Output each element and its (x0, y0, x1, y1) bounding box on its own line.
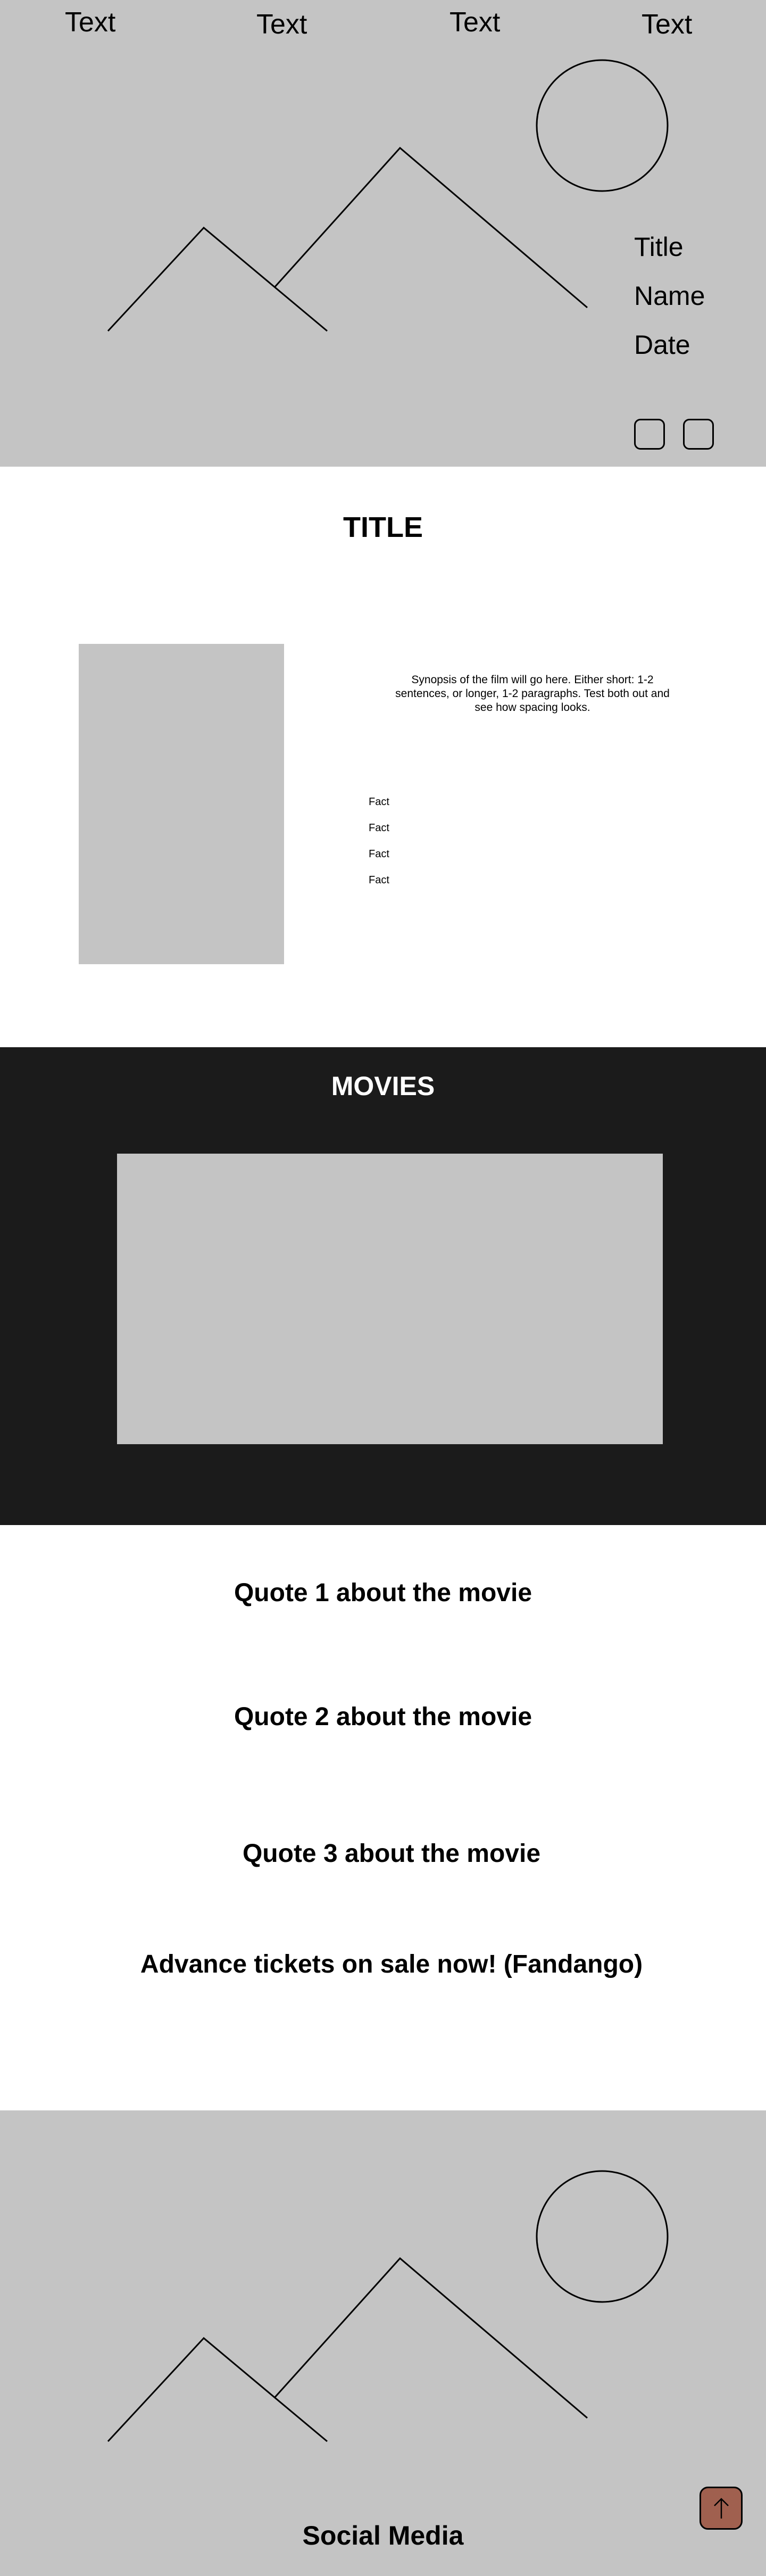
page-title: TITLE (343, 511, 423, 543)
movies-title: MOVIES (331, 1071, 435, 1101)
movies-section: MOVIES (0, 1047, 766, 1525)
hero-date: Date (634, 330, 690, 360)
movie-player-placeholder[interactable] (117, 1154, 663, 1444)
arrow-up-icon (713, 2497, 729, 2519)
small-mountain-line (107, 226, 328, 332)
large-mountain-line (273, 2257, 588, 2419)
sun-circle (536, 2170, 669, 2303)
quote-3: Quote 3 about the movie (242, 1840, 541, 1868)
landscape-placeholder-image (107, 2170, 669, 2442)
quote-1: Quote 1 about the movie (234, 1579, 532, 1607)
sun-circle (536, 59, 669, 192)
footer-section: Social Media (0, 2110, 766, 2576)
fact-item: Fact (369, 796, 389, 808)
hero-section: Text Text Text Text Title Name Date (0, 0, 766, 467)
social-media-heading[interactable]: Social Media (0, 2520, 766, 2551)
small-mountain-line (107, 2337, 328, 2442)
synopsis-text: Synopsis of the film will go here. Eithe… (395, 674, 670, 714)
large-mountain-line (273, 146, 588, 309)
fact-item: Fact (369, 874, 389, 886)
hero-title: Title (634, 232, 684, 262)
fact-item: Fact (369, 848, 389, 860)
quote-2: Quote 2 about the movie (234, 1703, 532, 1731)
fact-item: Fact (369, 822, 389, 834)
hero-name: Name (634, 281, 705, 311)
tickets-link[interactable]: Advance tickets on sale now! (Fandango) (9, 1950, 766, 1979)
hero-button-1[interactable] (634, 419, 665, 450)
hero-button-2[interactable] (683, 419, 714, 450)
poster-placeholder (79, 644, 284, 964)
back-to-top-button[interactable] (700, 2487, 743, 2530)
